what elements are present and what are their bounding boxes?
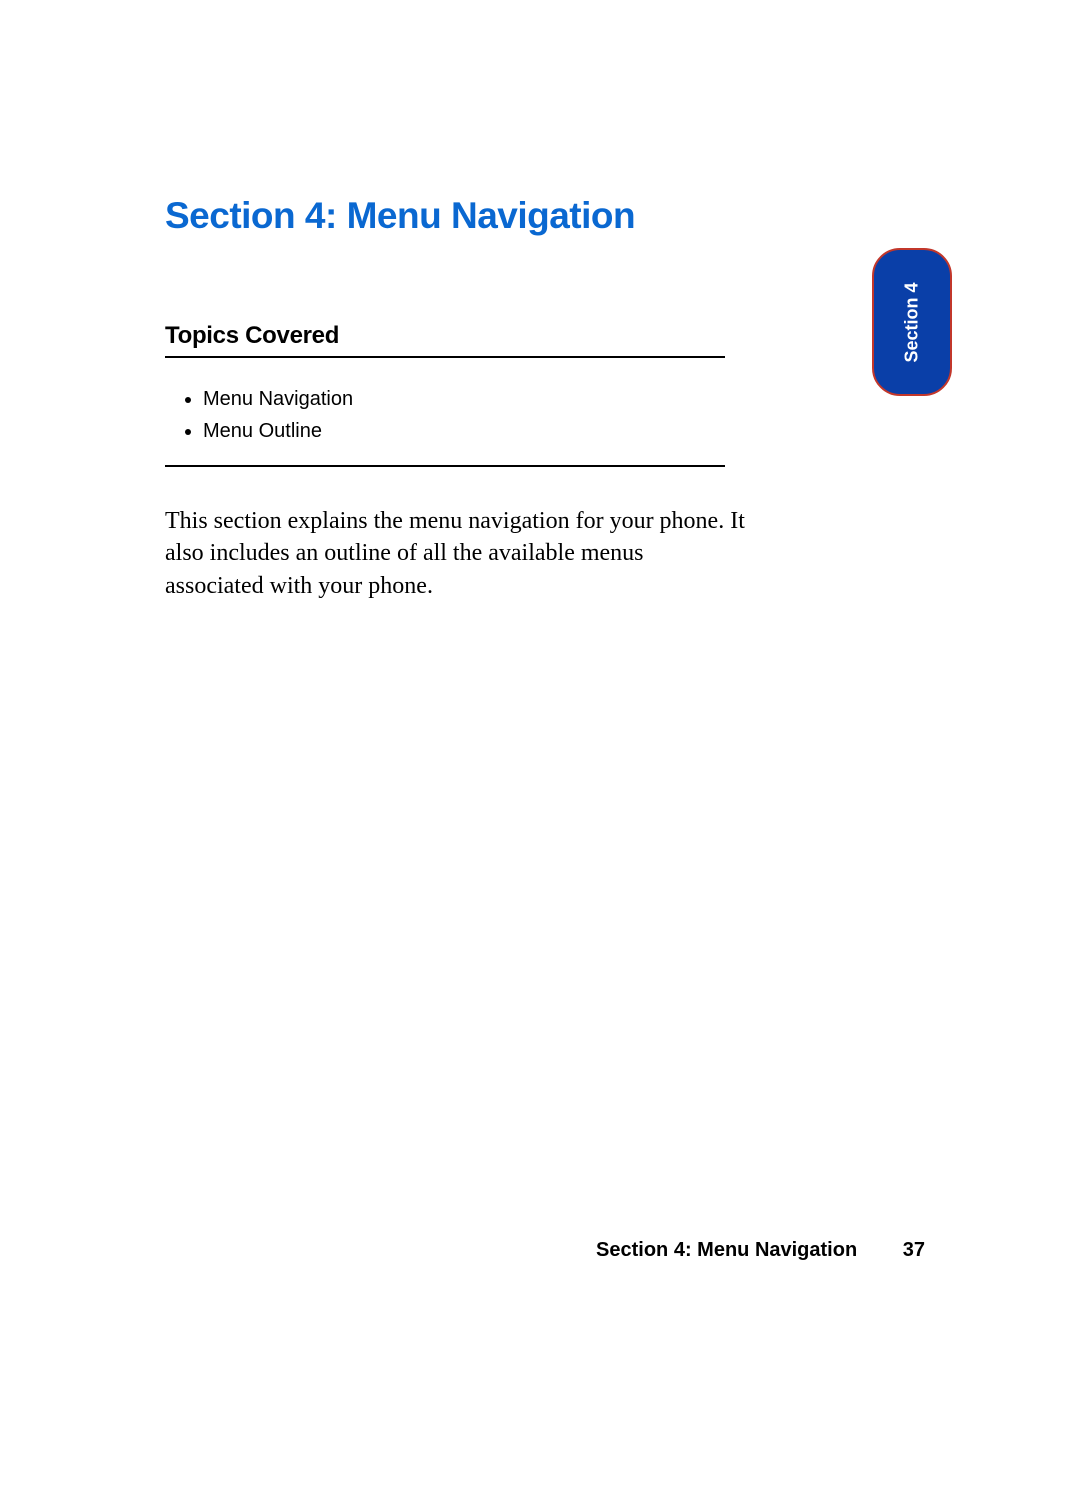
divider xyxy=(165,465,725,467)
footer-page-number: 37 xyxy=(903,1239,925,1261)
topics-covered-block: Topics Covered Menu Navigation Menu Outl… xyxy=(165,322,725,447)
intro-paragraph: This section explains the menu navigatio… xyxy=(165,505,745,602)
section-tab: Section 4 xyxy=(872,248,952,396)
topics-list-item: Menu Navigation xyxy=(203,383,725,415)
topics-covered-heading: Topics Covered xyxy=(165,322,725,358)
footer-section-label: Section 4: Menu Navigation xyxy=(596,1239,857,1261)
document-page: Section 4: Menu Navigation Topics Covere… xyxy=(0,0,1080,1492)
section-tab-label: Section 4 xyxy=(902,282,923,362)
topics-list-item: Menu Outline xyxy=(203,415,725,447)
topics-list: Menu Navigation Menu Outline xyxy=(203,383,725,447)
section-title: Section 4: Menu Navigation xyxy=(165,195,940,237)
page-footer: Section 4: Menu Navigation 37 xyxy=(596,1239,925,1262)
